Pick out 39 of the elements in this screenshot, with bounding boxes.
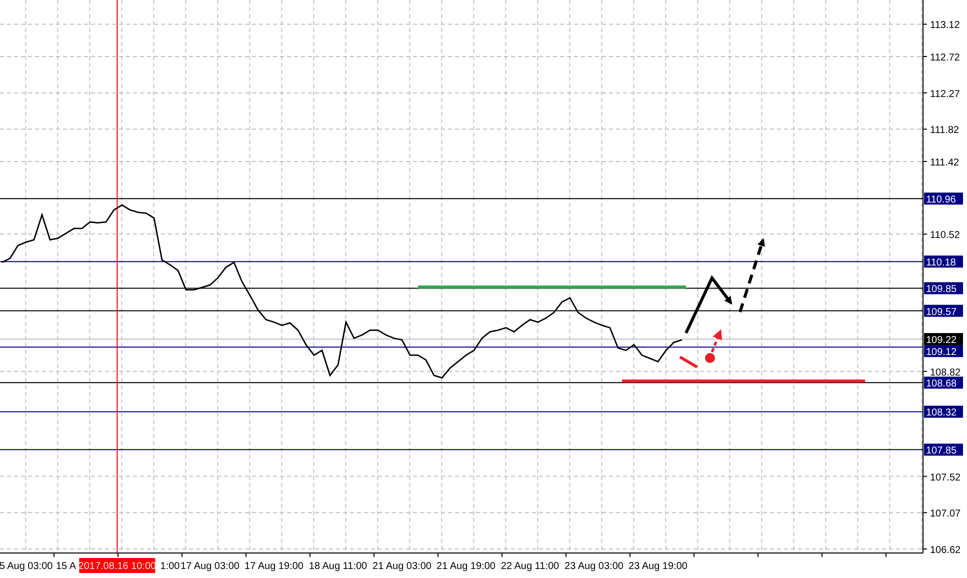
price-tag: 109.12 xyxy=(924,345,963,358)
ref-line-label: 109.12 xyxy=(926,347,958,358)
price-axis-label: 107.52 xyxy=(930,472,961,484)
price-tag: 108.68 xyxy=(924,376,963,390)
time-axis-label: 21 Aug 19:00 xyxy=(436,561,496,572)
price-tag: 107.85 xyxy=(924,444,963,457)
time-axis-label: 23 Aug 19:00 xyxy=(628,561,688,572)
time-axis-label: 1:00 xyxy=(160,561,180,572)
time-axis-label: 21 Aug 03:00 xyxy=(372,561,432,572)
time-axis-label: 18 Aug 11:00 xyxy=(308,561,368,572)
price-axis-label: 108.82 xyxy=(930,367,961,378)
time-axis-label: 22 Aug 11:00 xyxy=(500,561,560,572)
time-axis-label: 17 Aug 19:00 xyxy=(244,561,304,572)
time-axis-label: 23 Aug 03:00 xyxy=(564,561,624,572)
price-axis-label: 107.07 xyxy=(930,508,961,520)
price-axis-label: 111.42 xyxy=(930,157,960,168)
price-axis-label: 113.12 xyxy=(930,20,960,32)
time-axis-label: 15 A xyxy=(56,561,76,572)
time-axis-label: 5 Aug 03:00 xyxy=(0,561,53,572)
ref-line-label: 110.18 xyxy=(926,258,956,269)
ref-line-label: 107.85 xyxy=(926,446,958,457)
ref-line-label: 109.85 xyxy=(926,284,958,296)
ref-line-label: 109.22 xyxy=(926,335,958,346)
price-axis-label: 110.52 xyxy=(930,230,960,242)
ref-line-label: 108.32 xyxy=(926,408,958,419)
price-tag: 109.57 xyxy=(924,304,963,318)
price-axis-label: 112.27 xyxy=(930,88,960,100)
time-axis-label: 17 Aug 03:00 xyxy=(180,561,240,572)
ref-line-label: 109.57 xyxy=(926,306,958,318)
price-tag: 110.96 xyxy=(924,192,963,206)
price-axis-label: 112.72 xyxy=(930,52,960,64)
bid-tag: 109.22 xyxy=(924,333,963,346)
price-tag: 109.85 xyxy=(924,282,963,296)
price-tag: 108.32 xyxy=(924,406,963,419)
price-tag: 110.18 xyxy=(924,256,963,269)
price-axis-label: 106.62 xyxy=(930,544,961,556)
price-axis-label: 111.82 xyxy=(930,125,960,136)
ref-line-label: 108.68 xyxy=(926,378,958,390)
ref-line-label: 110.96 xyxy=(926,194,956,206)
